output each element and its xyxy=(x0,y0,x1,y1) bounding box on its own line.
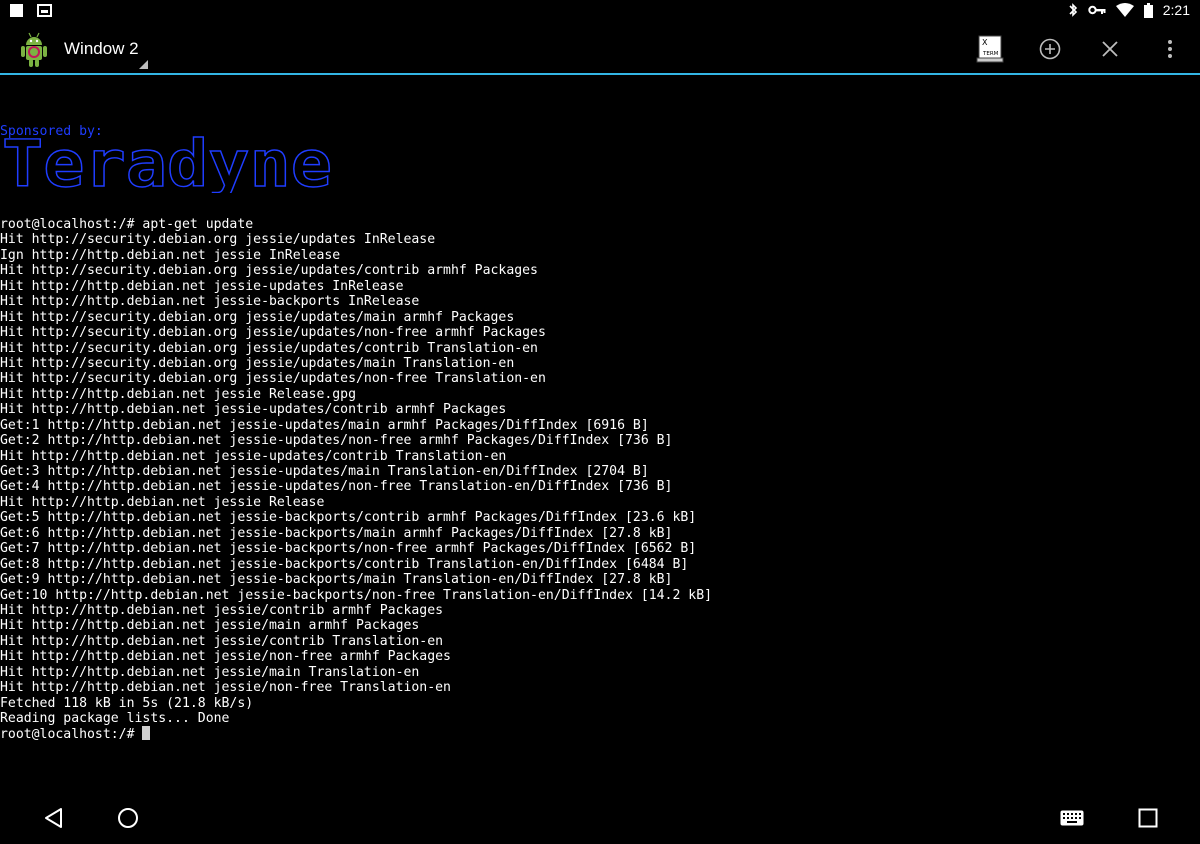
recents-button[interactable] xyxy=(1130,796,1166,840)
battery-icon xyxy=(1143,2,1153,18)
close-window-icon xyxy=(1102,40,1118,57)
xterm-label-bottom: TERM xyxy=(982,51,999,57)
terminal-line: Hit http://http.debian.net jessie/contri… xyxy=(0,602,444,618)
xterm-label-top: X xyxy=(982,38,988,47)
terminal-line: Hit http://http.debian.net jessie Releas… xyxy=(0,494,325,510)
terminal-line: Hit http://http.debian.net jessie/main T… xyxy=(0,664,420,680)
terminal-line: Hit http://security.debian.org jessie/up… xyxy=(0,232,436,248)
terminal-line: Hit http://security.debian.org jessie/up… xyxy=(0,325,546,341)
terminal-line: Get:1 http://http.debian.net jessie-upda… xyxy=(0,417,649,433)
terminal-view[interactable]: Sponsored by: Teradyne root@localhost:/#… xyxy=(0,93,1200,773)
shell-prompt: root@localhost:/# xyxy=(0,727,143,743)
back-button[interactable] xyxy=(36,796,72,840)
clock-time: 2:21 xyxy=(1162,2,1190,18)
overflow-menu-button[interactable] xyxy=(1160,24,1180,73)
wifi-icon xyxy=(1115,3,1134,17)
new-window-icon xyxy=(1039,38,1061,59)
status-bar: 2:21 xyxy=(0,0,1200,24)
xterm-button[interactable]: X TERM xyxy=(972,24,1008,73)
terminal-line: Hit http://http.debian.net jessie-update… xyxy=(0,448,507,464)
terminal-line: Hit http://http.debian.net jessie/non-fr… xyxy=(0,680,451,696)
terminal-prompt-line[interactable]: root@localhost:/# xyxy=(0,726,712,743)
xterm-icon: X TERM xyxy=(976,35,1004,62)
bluetooth-icon xyxy=(1069,3,1077,17)
terminal-cursor xyxy=(142,726,151,741)
image-icon xyxy=(37,4,52,17)
terminal-line: Get:6 http://http.debian.net jessie-back… xyxy=(0,525,673,541)
terminal-line: Get:3 http://http.debian.net jessie-upda… xyxy=(0,464,649,479)
terminal-line: Hit http://security.debian.org jessie/up… xyxy=(0,371,546,387)
terminal-line: Fetched 118 kB in 5s (21.8 kB/s) xyxy=(0,695,254,711)
terminal-line: Hit http://security.debian.org jessie/up… xyxy=(0,309,515,325)
terminal-line: Get:10 http://http.debian.net jessie-bac… xyxy=(0,587,713,603)
terminal-line: Hit http://http.debian.net jessie-update… xyxy=(0,402,507,418)
home-button[interactable] xyxy=(110,796,146,840)
terminal-line: Ign http://http.debian.net jessie InRele… xyxy=(0,247,341,263)
close-window-button[interactable] xyxy=(1096,24,1124,73)
android-debian-icon[interactable] xyxy=(17,30,51,68)
terminal-line: Hit http://http.debian.net jessie-backpo… xyxy=(0,294,420,310)
terminal-line: Hit http://http.debian.net jessie/main a… xyxy=(0,618,420,634)
terminal-line: Get:2 http://http.debian.net jessie-upda… xyxy=(0,433,673,449)
terminal-line: Hit http://http.debian.net jessie-update… xyxy=(0,278,404,294)
window-spinner-arrow-icon[interactable] xyxy=(139,60,148,69)
vpn-key-icon xyxy=(1088,5,1106,15)
home-icon xyxy=(118,808,138,828)
teradyne-banner-text: Teradyne xyxy=(2,131,332,193)
new-window-button[interactable] xyxy=(1036,24,1064,73)
navigation-bar xyxy=(0,796,1200,844)
stop-square-icon xyxy=(10,4,23,17)
terminal-line: Get:9 http://http.debian.net jessie-back… xyxy=(0,572,673,588)
terminal-line: root@localhost:/# apt-get update xyxy=(0,217,254,232)
action-bar: Window 2 X TERM xyxy=(0,24,1200,75)
terminal-line: Reading package lists... Done xyxy=(0,711,230,726)
terminal-line: Get:7 http://http.debian.net jessie-back… xyxy=(0,541,697,557)
terminal-line: Hit http://security.debian.org jessie/up… xyxy=(0,355,515,371)
terminal-line: Hit http://security.debian.org jessie/up… xyxy=(0,340,538,356)
teradyne-banner: Teradyne xyxy=(1,131,332,193)
overflow-menu-icon xyxy=(1168,39,1172,58)
recents-icon xyxy=(1138,808,1158,828)
terminal-line: Hit http://security.debian.org jessie/up… xyxy=(0,263,538,279)
keyboard-icon xyxy=(1060,810,1084,826)
terminal-line: Hit http://http.debian.net jessie Releas… xyxy=(0,386,357,402)
terminal-line: Get:5 http://http.debian.net jessie-back… xyxy=(0,510,697,526)
terminal-line: Hit http://http.debian.net jessie/contri… xyxy=(0,633,444,649)
keyboard-button[interactable] xyxy=(1054,796,1090,840)
terminal-line: Get:8 http://http.debian.net jessie-back… xyxy=(0,556,689,572)
terminal-line: Get:4 http://http.debian.net jessie-upda… xyxy=(0,479,673,495)
window-title[interactable]: Window 2 xyxy=(64,39,139,59)
terminal-line: Hit http://http.debian.net jessie/non-fr… xyxy=(0,649,451,665)
back-icon xyxy=(45,808,62,828)
terminal-output: root@localhost:/# apt-get update Hit http… xyxy=(0,217,712,742)
